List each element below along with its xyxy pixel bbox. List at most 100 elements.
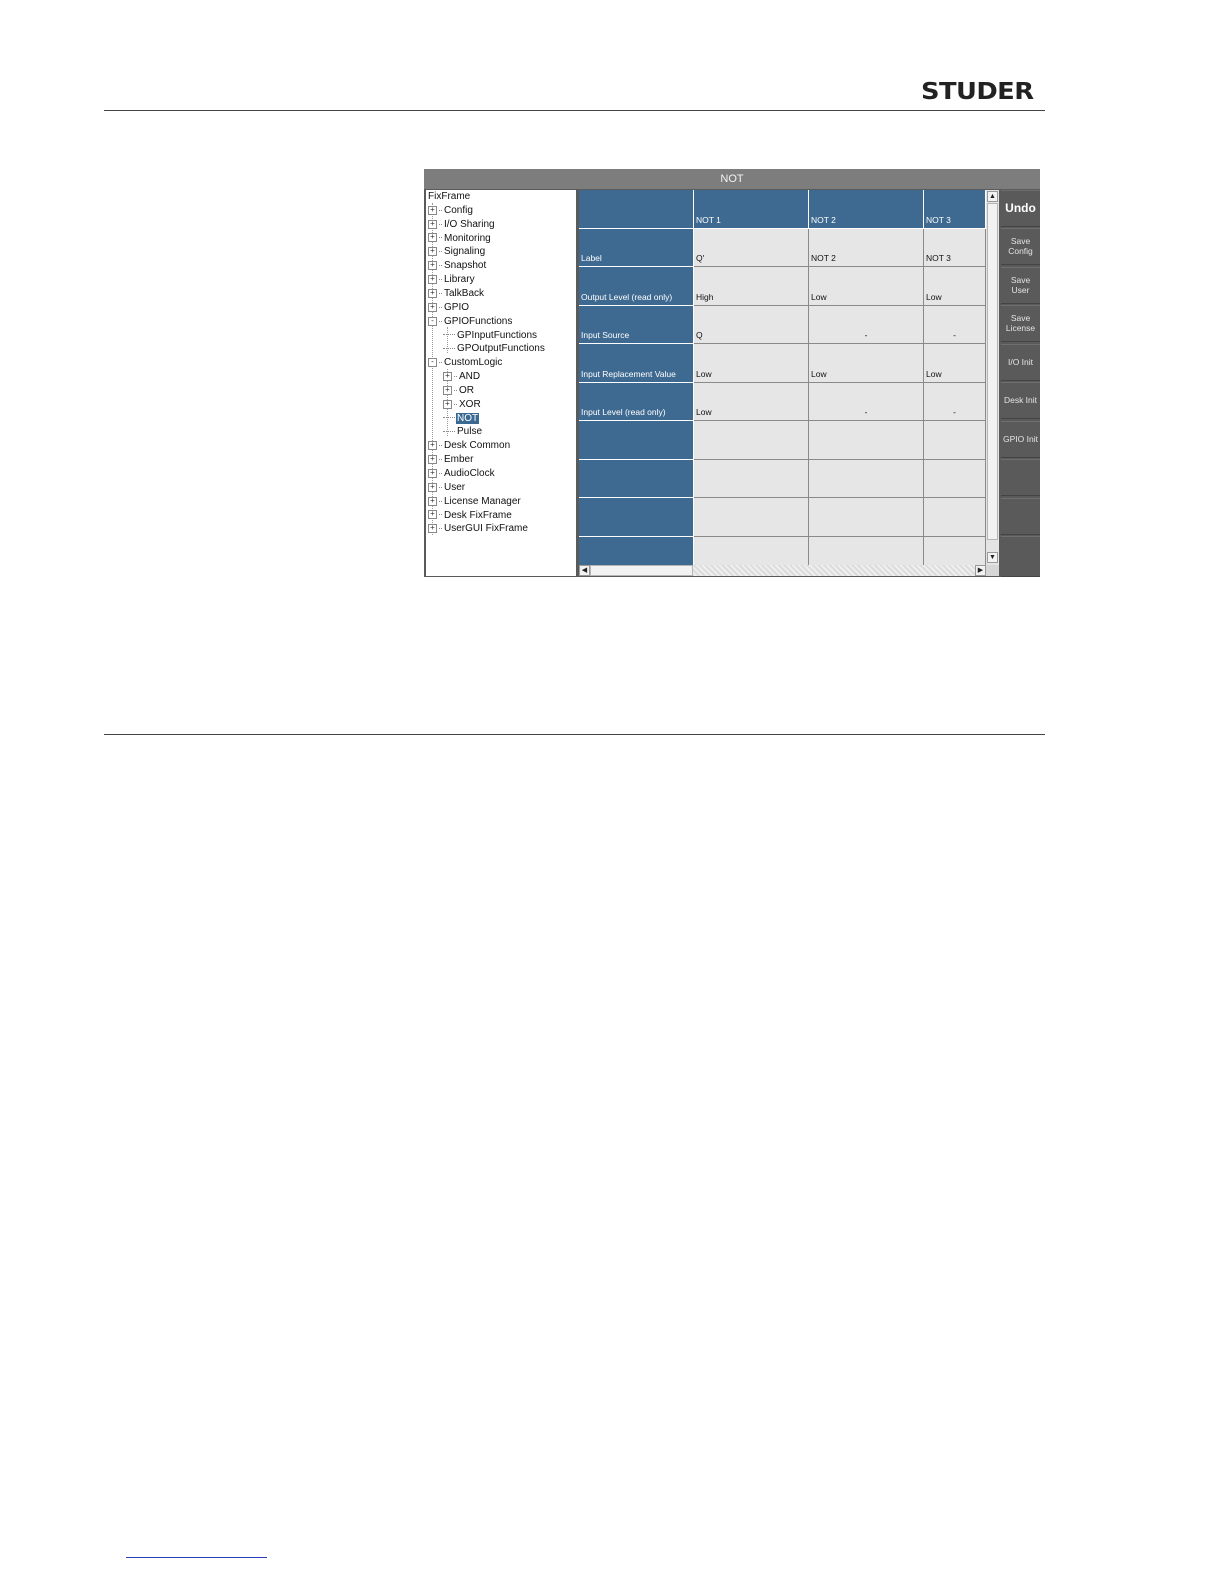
- vertical-scroll-thumb[interactable]: [987, 203, 998, 540]
- table-cell[interactable]: Low: [809, 267, 924, 306]
- vertical-scrollbar[interactable]: ▲ ▼: [986, 190, 999, 565]
- expand-icon[interactable]: +: [428, 247, 437, 257]
- table-cell[interactable]: [924, 459, 986, 498]
- scroll-left-icon[interactable]: ◀: [579, 565, 590, 576]
- expand-icon[interactable]: +: [428, 288, 437, 298]
- table-cell[interactable]: [809, 498, 924, 537]
- tree-item[interactable]: + Snapshot: [428, 259, 487, 272]
- collapse-icon[interactable]: -: [428, 358, 437, 368]
- gpio-init-button[interactable]: GPIO Init: [1001, 421, 1040, 458]
- collapse-icon[interactable]: -: [428, 316, 437, 326]
- scroll-up-icon[interactable]: ▲: [987, 191, 998, 202]
- tree-item[interactable]: + AudioClock: [428, 467, 496, 480]
- tree-item[interactable]: + Ember: [428, 453, 474, 466]
- tree-item[interactable]: + UserGUI FixFrame: [428, 522, 529, 535]
- expand-icon[interactable]: +: [428, 496, 437, 506]
- table-cell[interactable]: Low: [924, 344, 986, 383]
- scroll-right-icon[interactable]: ▶: [975, 565, 986, 576]
- expand-icon[interactable]: +: [428, 524, 437, 534]
- expand-icon[interactable]: +: [428, 468, 437, 478]
- tree-connector: [439, 292, 442, 294]
- table-cell[interactable]: [809, 536, 924, 565]
- table-cell[interactable]: [924, 421, 986, 460]
- undo-button[interactable]: Undo: [1001, 190, 1040, 227]
- navigation-tree[interactable]: FixFrame + Config + I/O Sharing + Monitoring + S…: [426, 190, 576, 576]
- tree-item[interactable]: + License Manager: [428, 495, 522, 508]
- expand-icon[interactable]: +: [428, 482, 437, 492]
- expand-icon[interactable]: +: [428, 441, 437, 451]
- expand-icon[interactable]: +: [443, 385, 452, 395]
- table-cell[interactable]: [809, 459, 924, 498]
- table-cell[interactable]: -: [809, 305, 924, 344]
- tree-item[interactable]: FixFrame: [427, 190, 471, 203]
- tree-item[interactable]: + TalkBack: [428, 287, 485, 300]
- tree-item[interactable]: - CustomLogic: [428, 356, 503, 369]
- tree-item-label: I/O Sharing: [444, 218, 495, 230]
- horizontal-scroll-thumb[interactable]: [590, 565, 693, 576]
- expand-icon[interactable]: +: [428, 274, 437, 284]
- tree-item[interactable]: + Config: [428, 204, 474, 217]
- footer-link-underline[interactable]: [126, 1557, 267, 1558]
- table-cell[interactable]: Q: [694, 305, 809, 344]
- table-cell[interactable]: [694, 536, 809, 565]
- tree-item[interactable]: + AND: [443, 370, 481, 383]
- horizontal-scrollbar[interactable]: ◀ ▶: [579, 565, 986, 576]
- tree-item[interactable]: Pulse: [443, 425, 483, 438]
- table-cell[interactable]: Low: [694, 344, 809, 383]
- expand-icon[interactable]: +: [428, 205, 437, 215]
- table-cell[interactable]: Q': [694, 228, 809, 267]
- tree-item[interactable]: + Desk FixFrame: [428, 509, 513, 522]
- tree-item[interactable]: + Signaling: [428, 245, 486, 258]
- table-cell[interactable]: Low: [809, 344, 924, 383]
- table-cell[interactable]: Low: [694, 382, 809, 421]
- scroll-down-icon[interactable]: ▼: [987, 552, 998, 563]
- tree-connector: [443, 417, 451, 419]
- table-cell[interactable]: [694, 498, 809, 537]
- desk-init-button[interactable]: Desk Init: [1001, 382, 1040, 419]
- table-cell[interactable]: High: [694, 267, 809, 306]
- tree-item[interactable]: + XOR: [443, 398, 482, 411]
- tree-item[interactable]: + I/O Sharing: [428, 218, 496, 231]
- tree-item[interactable]: + GPIO: [428, 301, 470, 314]
- expand-icon[interactable]: +: [443, 399, 452, 409]
- table-cell[interactable]: NOT 2: [809, 228, 924, 267]
- table-cell[interactable]: NOT 3: [924, 228, 986, 267]
- expand-icon[interactable]: +: [428, 233, 437, 243]
- tree-connector: [439, 445, 442, 447]
- tree-item[interactable]: + Library: [428, 273, 476, 286]
- table-cell[interactable]: [694, 421, 809, 460]
- tree-item[interactable]: + Desk Common: [428, 439, 511, 452]
- tree-connector: [454, 375, 457, 377]
- io-init-button[interactable]: I/O Init: [1001, 344, 1040, 381]
- table-cell[interactable]: -: [924, 305, 986, 344]
- tree-item[interactable]: GPOutputFunctions: [443, 342, 546, 355]
- expand-icon[interactable]: +: [443, 371, 452, 381]
- table-cell[interactable]: -: [924, 382, 986, 421]
- expand-icon[interactable]: +: [428, 455, 437, 464]
- tree-item[interactable]: + OR: [443, 384, 475, 397]
- table-cell[interactable]: [694, 459, 809, 498]
- column-header: NOT 1: [694, 190, 809, 229]
- table-cell[interactable]: -: [809, 382, 924, 421]
- table-cell[interactable]: [924, 536, 986, 565]
- save-config-button[interactable]: Save Config: [1001, 228, 1040, 265]
- expand-icon[interactable]: +: [428, 510, 437, 520]
- expand-icon[interactable]: +: [428, 261, 437, 271]
- table-cell[interactable]: Low: [924, 267, 986, 306]
- tree-item[interactable]: NOT: [443, 412, 480, 425]
- tree-connector: [439, 265, 442, 267]
- table-cell[interactable]: [924, 498, 986, 537]
- save-user-button[interactable]: Save User: [1001, 267, 1040, 304]
- row-header: [579, 459, 694, 498]
- table-cell[interactable]: [809, 421, 924, 460]
- row-header: [579, 498, 694, 537]
- expand-icon[interactable]: +: [428, 219, 437, 229]
- expand-icon[interactable]: +: [428, 302, 437, 312]
- save-license-button[interactable]: Save License: [1001, 305, 1040, 342]
- tree-item[interactable]: - GPIOFunctions: [428, 315, 513, 328]
- tree-item[interactable]: + User: [428, 481, 466, 494]
- tree-item[interactable]: + Monitoring: [428, 232, 492, 245]
- parameter-grid[interactable]: NOT 1 NOT 2 NOT 3 Label Q' NOT 2 NOT 3 Output L…: [579, 190, 986, 565]
- tree-item[interactable]: GPInputFunctions: [443, 329, 538, 342]
- column-header: NOT 2: [809, 190, 924, 229]
